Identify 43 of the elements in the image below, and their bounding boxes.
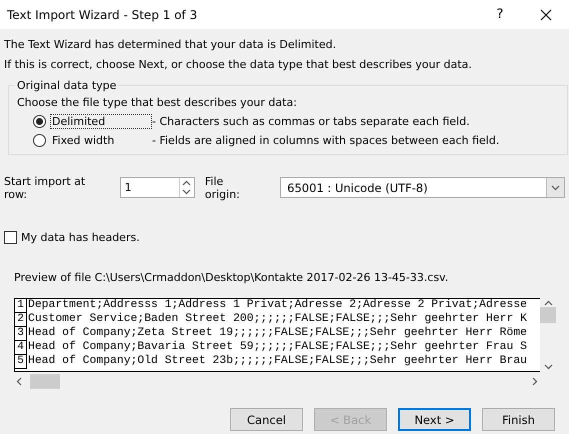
preview-line: Customer Service;Baden Street 200;;;;;;FALSE;FALSE;;;Sehr geehrter Herr K — [27, 313, 527, 326]
start-row-spinner[interactable]: 1 — [120, 177, 195, 198]
close-icon — [540, 8, 552, 20]
start-row-label: Start import at row: — [4, 174, 86, 200]
row-number: 3 — [15, 327, 27, 341]
radio-label[interactable]: Delimited — [50, 114, 152, 129]
scroll-left-icon[interactable] — [16, 376, 22, 386]
radio-label[interactable]: Fixed width — [50, 133, 152, 148]
row-number: 4 — [15, 341, 27, 355]
row-number: 1 — [15, 299, 27, 313]
spin-up-icon[interactable] — [182, 180, 192, 186]
scroll-thumb[interactable] — [540, 307, 556, 323]
window-title: Text Import Wizard - Step 1 of 3 — [7, 8, 198, 22]
preview-label: Preview of file C:\Users\Crmaddon\Desktop\Kontakte 2017-02-26 13-45-33.csv. — [14, 270, 450, 286]
horizontal-scrollbar[interactable] — [14, 373, 540, 389]
scroll-up-icon[interactable] — [544, 300, 552, 306]
intro-text: If this is correct, choose Next, or choose the data type that best describes your data. — [4, 57, 473, 73]
dropdown-caret-icon[interactable] — [551, 184, 560, 190]
checkbox[interactable] — [4, 230, 17, 244]
dialog-button[interactable]: Cancel — [230, 408, 303, 431]
group-title: Original data type — [16, 79, 118, 92]
intro-text: The Text Wizard has determined that your data is Delimited. — [4, 37, 338, 53]
dialog-button[interactable]: Next > — [398, 408, 471, 431]
scroll-down-icon[interactable] — [544, 364, 552, 370]
preview-line: Head of Company;Zeta Street 19;;;;;;FALSE;FALSE;;;Sehr geehrter Herr Röme — [27, 327, 527, 340]
checkbox-label[interactable]: My data has headers. — [21, 230, 140, 244]
scroll-right-icon[interactable] — [532, 376, 538, 386]
radio-button[interactable] — [33, 134, 46, 147]
preview-line: Head of Company;Bavaria Street 59;;;;;;FALSE;FALSE;;;Sehr geehrter Frau S — [27, 341, 527, 354]
dialog-button[interactable]: Finish — [482, 408, 555, 431]
prompt-text: Choose the file type that best describes your data: — [17, 95, 298, 111]
preview-line: Head of Company;Old Street 23b;;;;;;FALSE;FALSE;;;Sehr geehrter Herr Brau — [27, 355, 527, 369]
option-description: - Fields are aligned in columns with spaces between each field. — [152, 134, 500, 147]
radio-button[interactable] — [33, 115, 46, 128]
scroll-thumb[interactable] — [30, 374, 60, 388]
help-button[interactable]: ? — [477, 0, 523, 29]
option-description: - Characters such as commas or tabs separate each field. — [152, 115, 470, 128]
file-origin-label: File origin: — [204, 174, 241, 200]
spin-down-icon[interactable] — [182, 189, 192, 196]
row-number: 2 — [15, 313, 27, 327]
preview-line: Department;Addresss 1;Address 1 Privat;Adresse 2;Adresse 2 Privat;Adresse — [27, 299, 527, 312]
file-origin-dropdown[interactable]: 65001 : Unicode (UTF-8) — [280, 177, 566, 198]
row-number: 5 — [15, 355, 27, 369]
